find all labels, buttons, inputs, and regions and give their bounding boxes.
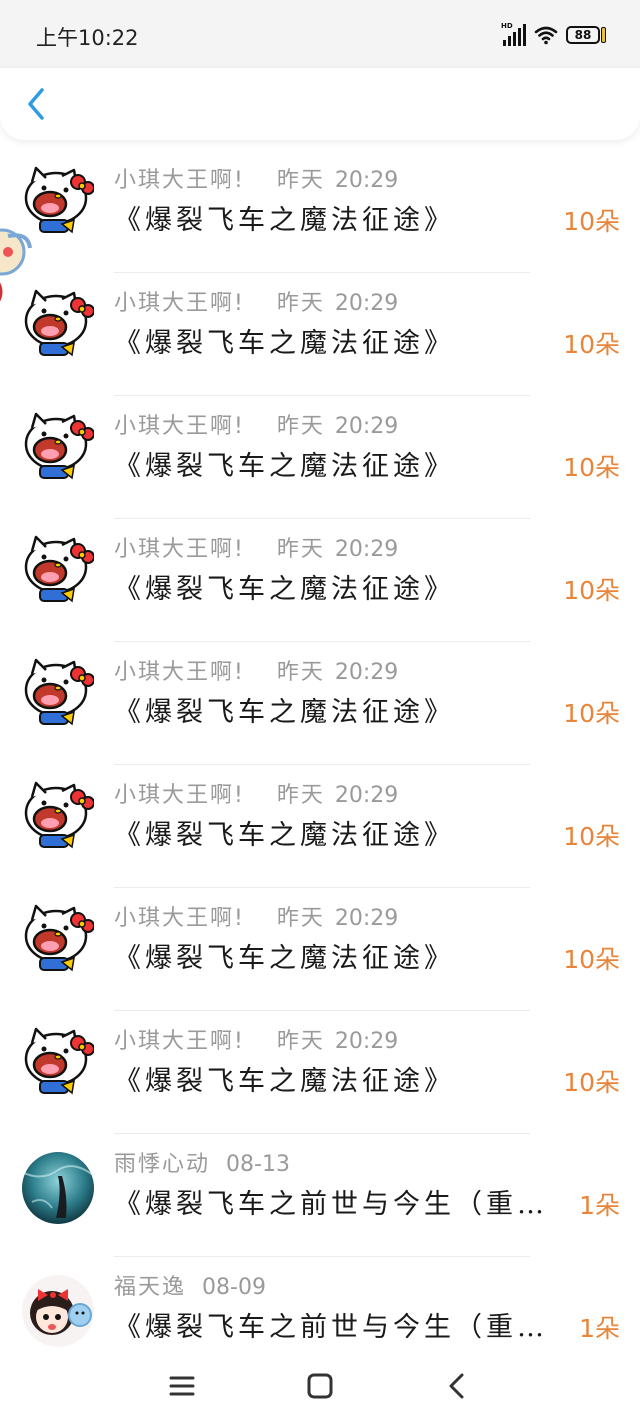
- battery-level: 88: [566, 26, 600, 44]
- gift-date: 昨天: [276, 660, 325, 685]
- gift-row[interactable]: 雨悸心动 08-13 《爆裂飞车之前世与今生（重… 1朵: [0, 1134, 640, 1257]
- gift-time: 20:29: [334, 1029, 399, 1054]
- sender-meta: 小琪大王啊! 昨天 20:29: [114, 162, 398, 194]
- avatar[interactable]: [22, 162, 95, 234]
- flower-amount: 10朵: [563, 945, 620, 974]
- book-title[interactable]: 《爆裂飞车之魔法征途》: [114, 813, 455, 852]
- sender-name[interactable]: 小琪大王啊!: [114, 291, 245, 316]
- gift-row[interactable]: 小琪大王啊! 昨天 20:29 《爆裂飞车之魔法征途》 10朵: [0, 273, 640, 396]
- book-title[interactable]: 《爆裂飞车之魔法征途》: [114, 567, 455, 606]
- signal-icon: HD: [501, 22, 526, 46]
- sender-name[interactable]: 小琪大王啊!: [114, 906, 245, 931]
- gift-row[interactable]: 小琪大王啊! 昨天 20:29 《爆裂飞车之魔法征途》 10朵: [0, 150, 640, 273]
- gift-time: 20:29: [334, 414, 399, 439]
- hd-tag: HD: [501, 22, 513, 30]
- gift-date: 08-09: [202, 1275, 266, 1300]
- gift-date: 昨天: [276, 783, 325, 808]
- sender-meta: 小琪大王啊! 昨天 20:29: [114, 654, 398, 686]
- flower-amount: 10朵: [563, 207, 620, 236]
- book-title[interactable]: 《爆裂飞车之魔法征途》: [114, 936, 455, 975]
- avatar[interactable]: [22, 285, 95, 357]
- book-title[interactable]: 《爆裂飞车之魔法征途》: [114, 198, 455, 237]
- gift-date: 昨天: [276, 1029, 325, 1054]
- status-time: 上午10:22: [36, 26, 139, 50]
- avatar[interactable]: [22, 1275, 94, 1347]
- home-square-icon[interactable]: [302, 1368, 338, 1404]
- gift-time: 20:29: [334, 537, 399, 562]
- sender-name[interactable]: 小琪大王啊!: [114, 783, 245, 808]
- book-title[interactable]: 《爆裂飞车之魔法征途》: [114, 690, 455, 729]
- wifi-icon: [534, 26, 558, 45]
- gift-date: 昨天: [276, 168, 325, 193]
- avatar[interactable]: [22, 1023, 95, 1095]
- sender-name[interactable]: 小琪大王啊!: [114, 168, 245, 193]
- gift-row[interactable]: 小琪大王啊! 昨天 20:29 《爆裂飞车之魔法征途》 10朵: [0, 396, 640, 519]
- status-bar: 上午10:22 HD 88: [0, 0, 640, 70]
- sender-name[interactable]: 小琪大王啊!: [114, 537, 245, 562]
- status-icons: HD 88: [501, 22, 606, 46]
- sender-meta: 小琪大王啊! 昨天 20:29: [114, 531, 398, 563]
- avatar[interactable]: [22, 777, 95, 849]
- book-title[interactable]: 《爆裂飞车之前世与今生（重…: [114, 1305, 548, 1344]
- sender-meta: 雨悸心动 08-13: [114, 1146, 290, 1178]
- sender-name[interactable]: 福天逸: [114, 1275, 186, 1300]
- gift-date: 昨天: [276, 414, 325, 439]
- battery-icon: 88: [566, 26, 606, 44]
- sender-name[interactable]: 雨悸心动: [114, 1152, 210, 1177]
- gift-date: 08-13: [226, 1152, 290, 1177]
- gift-time: 20:29: [334, 168, 399, 193]
- gift-time: 20:29: [334, 783, 399, 808]
- gift-date: 昨天: [276, 906, 325, 931]
- sender-meta: 小琪大王啊! 昨天 20:29: [114, 900, 398, 932]
- gift-time: 20:29: [334, 291, 399, 316]
- gift-date: 昨天: [276, 291, 325, 316]
- flower-amount: 10朵: [563, 576, 620, 605]
- flower-amount: 10朵: [563, 822, 620, 851]
- sender-name[interactable]: 小琪大王啊!: [114, 660, 245, 685]
- navigation-bar: [0, 1348, 640, 1422]
- sender-meta: 小琪大王啊! 昨天 20:29: [114, 285, 398, 317]
- gift-row[interactable]: 小琪大王啊! 昨天 20:29 《爆裂飞车之魔法征途》 10朵: [0, 1011, 640, 1134]
- chevron-left-icon[interactable]: [18, 84, 58, 124]
- book-title[interactable]: 《爆裂飞车之前世与今生（重…: [114, 1182, 548, 1221]
- gift-date: 昨天: [276, 537, 325, 562]
- sender-meta: 小琪大王啊! 昨天 20:29: [114, 1023, 398, 1055]
- flower-amount: 10朵: [563, 330, 620, 359]
- flower-amount: 10朵: [563, 699, 620, 728]
- back-triangle-icon[interactable]: [440, 1368, 476, 1404]
- flower-amount: 10朵: [563, 453, 620, 482]
- header: [0, 68, 640, 140]
- sender-meta: 小琪大王啊! 昨天 20:29: [114, 408, 398, 440]
- flower-amount: 10朵: [563, 1068, 620, 1097]
- sender-name[interactable]: 小琪大王啊!: [114, 414, 245, 439]
- menu-icon[interactable]: [164, 1368, 200, 1404]
- flower-amount: 1朵: [579, 1191, 620, 1220]
- gift-row[interactable]: 小琪大王啊! 昨天 20:29 《爆裂飞车之魔法征途》 10朵: [0, 765, 640, 888]
- sender-meta: 福天逸 08-09: [114, 1269, 266, 1301]
- gift-time: 20:29: [334, 660, 399, 685]
- gift-time: 20:29: [334, 906, 399, 931]
- avatar[interactable]: [22, 900, 95, 972]
- flower-amount: 1朵: [579, 1314, 620, 1343]
- gift-row[interactable]: 小琪大王啊! 昨天 20:29 《爆裂飞车之魔法征途》 10朵: [0, 642, 640, 765]
- avatar[interactable]: [22, 1152, 94, 1224]
- avatar[interactable]: [22, 654, 95, 726]
- gift-row[interactable]: 小琪大王啊! 昨天 20:29 《爆裂飞车之魔法征途》 10朵: [0, 519, 640, 642]
- book-title[interactable]: 《爆裂飞车之魔法征途》: [114, 1059, 455, 1098]
- avatar[interactable]: [22, 531, 95, 603]
- battery-tip: [601, 27, 606, 43]
- sender-meta: 小琪大王啊! 昨天 20:29: [114, 777, 398, 809]
- avatar[interactable]: [22, 408, 95, 480]
- book-title[interactable]: 《爆裂飞车之魔法征途》: [114, 444, 455, 483]
- gift-row[interactable]: 小琪大王啊! 昨天 20:29 《爆裂飞车之魔法征途》 10朵: [0, 888, 640, 1011]
- book-title[interactable]: 《爆裂飞车之魔法征途》: [114, 321, 455, 360]
- sender-name[interactable]: 小琪大王啊!: [114, 1029, 245, 1054]
